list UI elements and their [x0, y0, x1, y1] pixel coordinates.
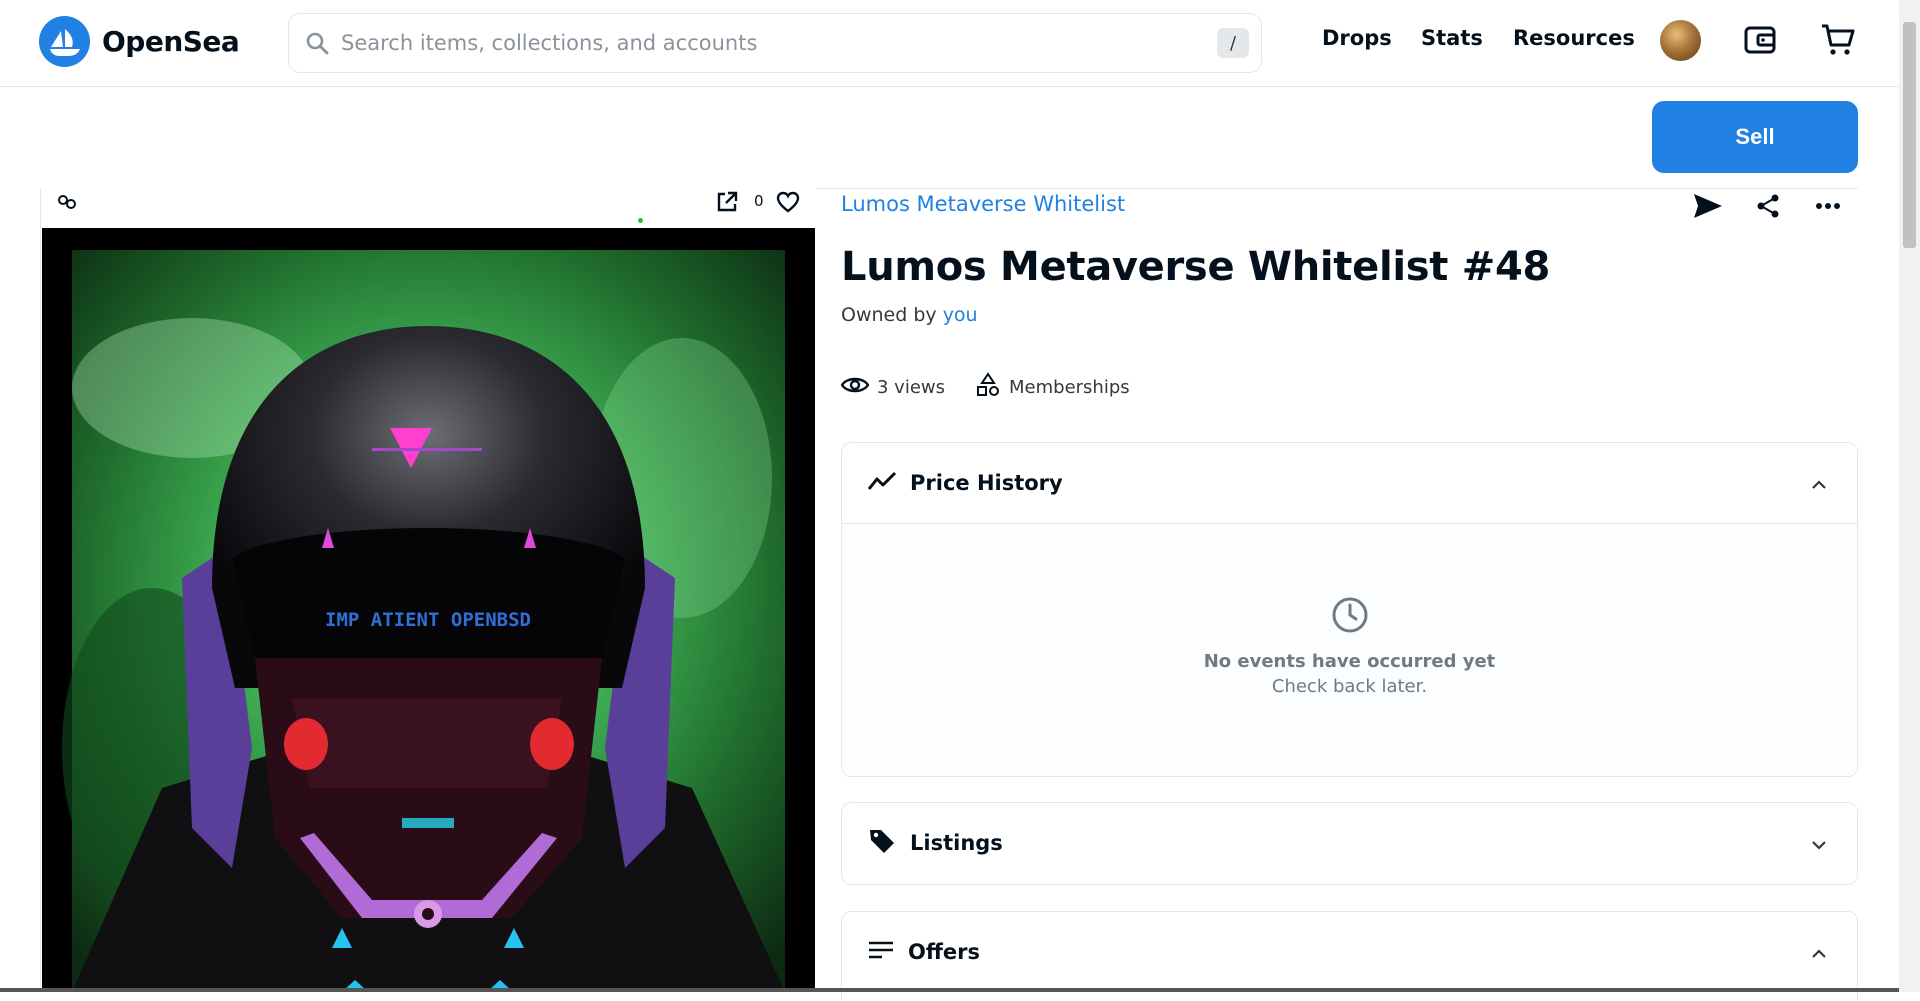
- bottom-edge: [0, 988, 1899, 992]
- nft-image[interactable]: IMP ATIENT OPENBSD: [42, 228, 815, 992]
- top-nav-bar: OpenSea / Drops Stats Resources: [0, 0, 1899, 87]
- item-title: Lumos Metaverse Whitelist #48: [841, 244, 1551, 290]
- price-history-header[interactable]: Price History: [842, 443, 1857, 523]
- clock-icon: [1331, 596, 1369, 638]
- empty-state-title: No events have occurred yet: [1203, 651, 1496, 672]
- offers-title: Offers: [908, 940, 980, 964]
- image-visor-text: IMP ATIENT OPENBSD: [325, 609, 531, 631]
- more-options-icon[interactable]: [1810, 188, 1846, 224]
- views-stat: 3 views: [840, 375, 946, 400]
- owner-line: Owned by you: [841, 304, 978, 326]
- collection-link[interactable]: Lumos Metaverse Whitelist: [841, 192, 1125, 216]
- price-history-title: Price History: [910, 471, 1063, 495]
- price-history-panel: Price History No events have occurred ye…: [841, 442, 1858, 777]
- status-dot: [638, 218, 643, 223]
- transfer-icon[interactable]: [1690, 188, 1726, 224]
- wallet-icon[interactable]: [1740, 20, 1780, 60]
- brand-name: OpenSea: [102, 25, 240, 58]
- sell-button[interactable]: Sell: [1652, 101, 1858, 173]
- profile-avatar[interactable]: [1660, 20, 1701, 61]
- media-card: IMP ATIENT OPENBSD: [40, 188, 816, 992]
- page-scrollbar[interactable]: [1899, 0, 1920, 992]
- category-label: Memberships: [1009, 377, 1130, 398]
- chevron-down-icon[interactable]: [1811, 831, 1827, 855]
- owner-link[interactable]: you: [943, 304, 978, 326]
- category-stat[interactable]: Memberships: [975, 372, 1130, 403]
- owned-by-label: Owned by: [841, 304, 937, 326]
- opensea-logo-icon: [39, 16, 90, 67]
- list-lines-icon: [868, 940, 894, 965]
- offers-header[interactable]: Offers: [842, 912, 1857, 992]
- media-toolbar: [41, 188, 816, 228]
- chevron-up-icon[interactable]: [1811, 940, 1827, 964]
- opensea-logo[interactable]: OpenSea: [39, 16, 240, 67]
- listings-panel[interactable]: Listings: [841, 802, 1858, 885]
- search-shortcut-key: /: [1217, 28, 1249, 58]
- trend-line-icon: [867, 471, 897, 496]
- share-icon[interactable]: [1750, 188, 1786, 224]
- nav-stats[interactable]: Stats: [1421, 26, 1483, 50]
- chain-link-icon[interactable]: [57, 192, 77, 216]
- favorite-count: 0: [754, 192, 764, 210]
- scrollbar-thumb[interactable]: [1903, 22, 1916, 248]
- views-count: 3 views: [877, 377, 946, 398]
- search-icon: [303, 29, 331, 57]
- price-history-body: No events have occurred yet Check back l…: [842, 523, 1857, 775]
- cart-icon[interactable]: [1818, 20, 1858, 60]
- listings-title: Listings: [910, 831, 1003, 855]
- item-stats-row: 3 views Memberships: [840, 372, 1160, 403]
- search-input[interactable]: [341, 31, 1217, 55]
- category-shapes-icon: [975, 372, 1001, 403]
- chevron-up-icon[interactable]: [1811, 471, 1827, 495]
- eye-icon: [840, 375, 870, 400]
- listings-header[interactable]: Listings: [842, 803, 1857, 883]
- nav-drops[interactable]: Drops: [1322, 26, 1392, 50]
- heart-icon[interactable]: [776, 190, 800, 218]
- external-link-icon[interactable]: [715, 190, 739, 218]
- search-bar[interactable]: /: [288, 13, 1262, 73]
- empty-state-subtitle: Check back later.: [1271, 676, 1428, 697]
- nav-resources[interactable]: Resources: [1513, 26, 1635, 50]
- price-tag-icon: [868, 827, 896, 860]
